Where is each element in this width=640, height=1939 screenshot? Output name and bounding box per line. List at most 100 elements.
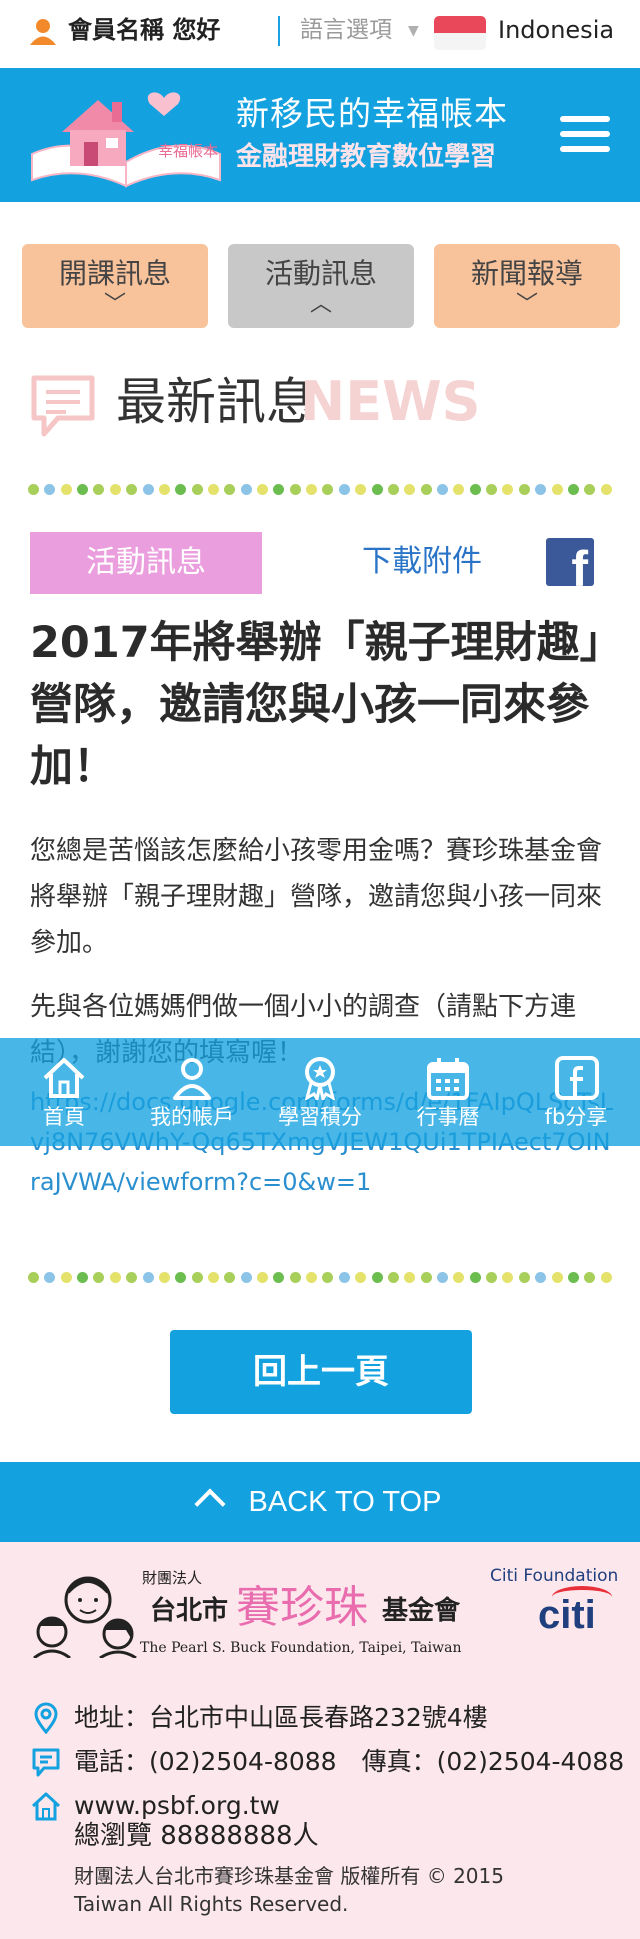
nav-home[interactable]: 首頁 [0,1038,128,1146]
divider-dot [175,1272,187,1283]
divider-dot [28,1272,39,1283]
user-icon[interactable] [28,16,58,46]
tab-label: 開課訊息 [58,257,171,290]
floating-bottom-nav: 首頁 我的帳戶 學習積分 行事曆 fb分享 [0,1038,640,1146]
divider-dot [306,1272,318,1283]
divider-dot [257,1272,269,1283]
footer-phone: 電話：(02)2504-8088 傳真：(02)2504-4088 [30,1742,630,1782]
divider-dot [453,1272,465,1283]
nav-learning-points[interactable]: 學習積分 [256,1038,384,1146]
copyright: 財團法人台北市賽珍珠基金會 版權所有 © 2015 [74,1864,504,1888]
divider-dot [420,1272,432,1283]
divider-dot [240,1272,252,1283]
chevron-down-icon: ﹀ [103,292,126,317]
article-paragraph: 您總是苦惱該怎麼給小孩零用金嗎？賽珍珠基金會將舉辦「親子理財趣」營隊，邀請您與小… [30,836,603,958]
tab-label: 活動訊息 [264,257,377,290]
org-name: 賽珍珠 [236,1582,368,1633]
divider-dot [502,1272,514,1283]
divider-dot [338,484,350,495]
divider-dot [518,1272,530,1283]
divider-dot [355,1272,367,1283]
user-icon [173,1058,211,1100]
divider-dot [77,1272,89,1283]
divider-dot [567,1272,579,1283]
org-english-name: The Pearl S. Buck Foundation, Taipei, Ta… [140,1640,462,1656]
hamburger-menu-icon[interactable] [560,116,610,156]
copyright: Taiwan All Rights Reserved. [74,1892,349,1916]
back-button[interactable]: 回上一頁 [170,1330,472,1414]
org-suffix: 基金會 [382,1596,461,1626]
download-attachment-link[interactable]: 下載附件 [362,538,482,586]
tab-event-info[interactable]: 活動訊息 ︿ [228,244,414,328]
nav-label: 學習積分 [278,1105,362,1129]
divider-dot [404,484,416,495]
logo-book-house-icon[interactable]: 幸福帳本 [28,84,224,188]
divider-dot [355,484,367,495]
divider-dot [404,1272,416,1283]
back-to-top-button[interactable]: BACK TO TOP [0,1462,640,1542]
divider-dot [322,484,334,495]
calendar-icon [427,1058,469,1100]
divider-dot [44,484,56,495]
org-city: 台北市 [150,1596,229,1626]
divider-dot [535,1272,547,1283]
divider-dot [77,484,89,495]
section-title-en: NEWS [300,370,481,433]
country-label[interactable]: Indonesia [498,14,614,46]
divider-dot [600,484,612,495]
divider-dot [535,484,547,495]
divider-dot [273,484,285,495]
divider-dot [453,484,465,495]
divider-dot [338,1272,350,1283]
divider-dot [240,484,252,495]
logo-subtitle[interactable]: 金融理財教育數位學習 [236,140,496,174]
divider-dot [518,484,530,495]
divider-dot [551,484,563,495]
divider-dot [158,484,170,495]
divider-dot [436,1272,448,1283]
divider-dot [93,484,105,495]
divider-dot [60,1272,72,1283]
citi-logo: citi [538,1593,596,1637]
divider-dot [158,1272,170,1283]
nav-label: fb分享 [544,1105,608,1129]
divider [278,16,280,46]
divider-dot [142,484,154,495]
member-greeting[interactable]: 會員名稱 您好 [68,14,220,46]
footer-address: 地址：台北市中山區長春路232號4樓 [30,1698,630,1738]
category-badge: 活動訊息 [30,532,262,594]
nav-my-account[interactable]: 我的帳戶 [128,1038,256,1146]
site-footer: 財團法人 台北市 賽珍珠 基金會 The Pearl S. Buck Found… [0,1542,640,1939]
divider-dot [387,484,399,495]
nav-fb-share[interactable]: fb分享 [512,1038,640,1146]
divider-dot [60,484,72,495]
facebook-icon[interactable]: f [546,538,594,586]
divider-dot [109,484,121,495]
divider-dot [567,484,579,495]
facebook-icon [555,1056,599,1100]
chevron-down-icon: ﹀ [515,292,538,317]
location-pin-icon [34,1702,58,1734]
caret-down-icon[interactable]: ▼ [408,16,419,46]
language-select[interactable]: 語言選項 [300,14,392,46]
top-bar: 會員名稱 您好 語言選項 ▼ Indonesia [0,0,640,64]
divider-dot [551,1272,563,1283]
indonesia-flag-icon[interactable] [434,16,486,50]
tab-course-info[interactable]: 開課訊息 ﹀ [22,244,208,328]
section-title: 最新訊息 [116,373,316,431]
tab-label: 新聞報導 [470,257,583,290]
chevron-up-icon [193,1488,226,1520]
nav-calendar[interactable]: 行事曆 [384,1038,512,1146]
divider-dot [126,484,138,495]
logo-title[interactable]: 新移民的幸福帳本 [236,92,508,136]
divider-dot [207,484,219,495]
tab-news-reports[interactable]: 新聞報導 ﹀ [434,244,620,328]
divider-dot [175,484,187,495]
divider-dot [289,1272,301,1283]
divider-dot [257,484,269,495]
divider-dot [126,1272,138,1283]
divider-dot [469,484,481,495]
chevron-up-icon: ︿ [309,292,332,317]
dotted-divider [28,484,612,498]
nav-label: 首頁 [43,1105,85,1129]
